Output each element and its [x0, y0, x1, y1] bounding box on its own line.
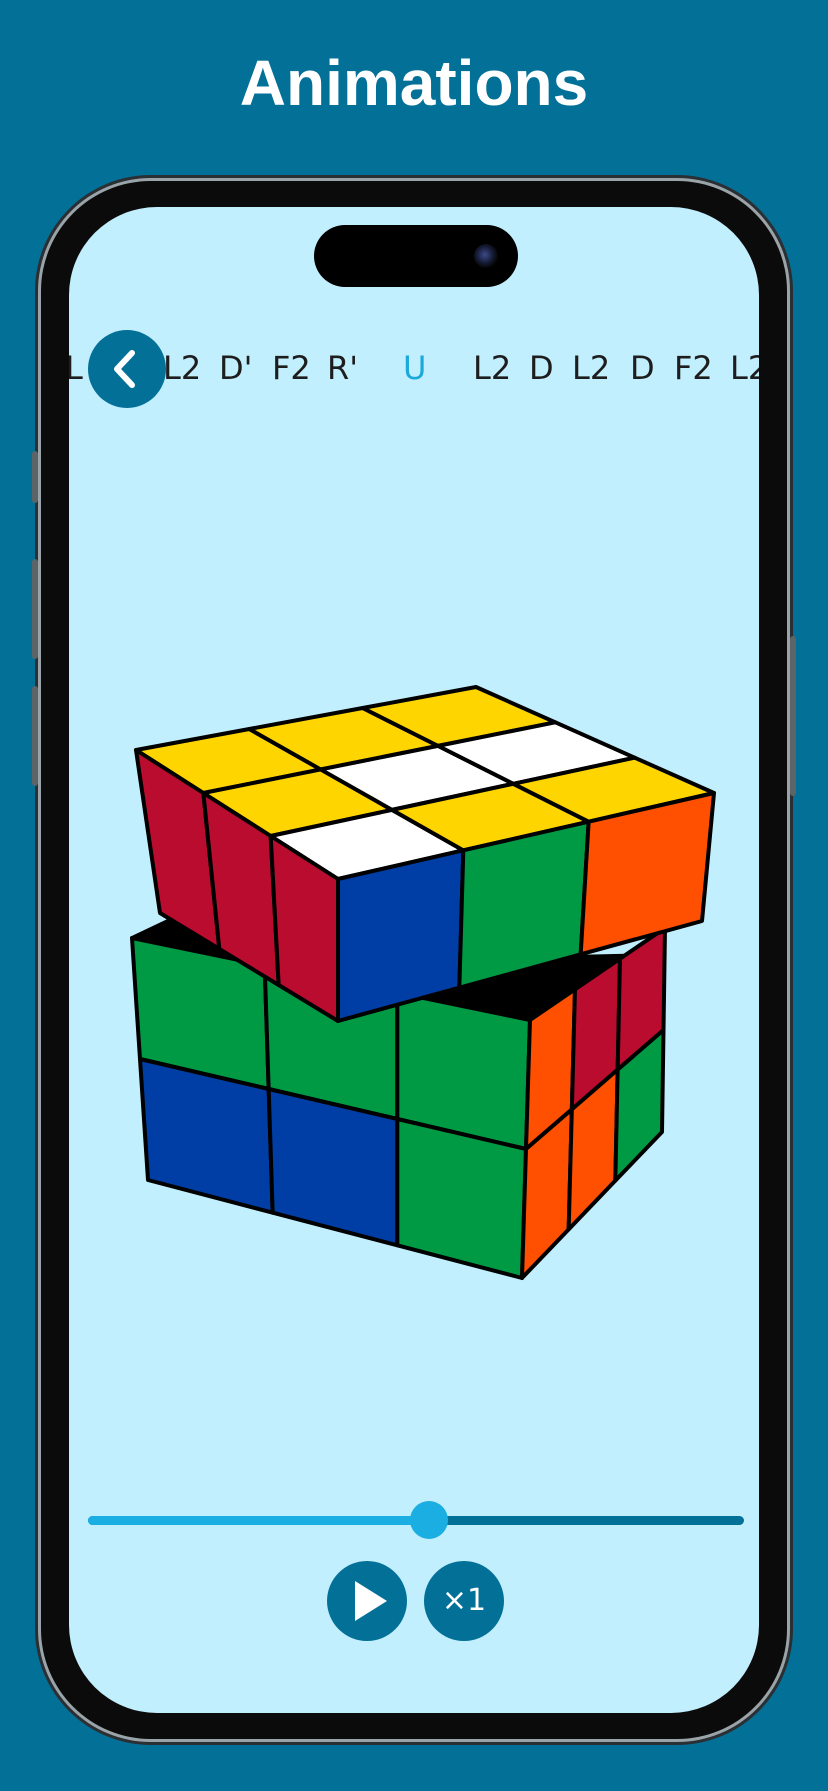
- cube-front-lower-face: [266, 1087, 400, 1248]
- speed-button[interactable]: ×1: [424, 1561, 504, 1641]
- phone-mute-switch: [32, 451, 38, 503]
- cube-3d-view[interactable]: [69, 207, 759, 1713]
- play-button[interactable]: [327, 1561, 407, 1641]
- cube-front-lower-face: [395, 1117, 528, 1280]
- play-icon: [355, 1581, 387, 1621]
- phone-volume-up: [32, 559, 38, 659]
- cube-front-upper-face: [578, 791, 716, 957]
- phone-frame: L L2 D' F2 R' U L2 D L2 D F2 L2 ×1: [32, 181, 796, 1739]
- progress-slider-thumb[interactable]: [410, 1501, 449, 1539]
- phone-volume-down: [32, 686, 38, 786]
- progress-slider-fill: [88, 1516, 430, 1525]
- phone-power-button: [790, 636, 796, 796]
- app-screen: L L2 D' F2 R' U L2 D L2 D F2 L2 ×1: [69, 207, 759, 1713]
- page-headline: Animations: [239, 47, 589, 119]
